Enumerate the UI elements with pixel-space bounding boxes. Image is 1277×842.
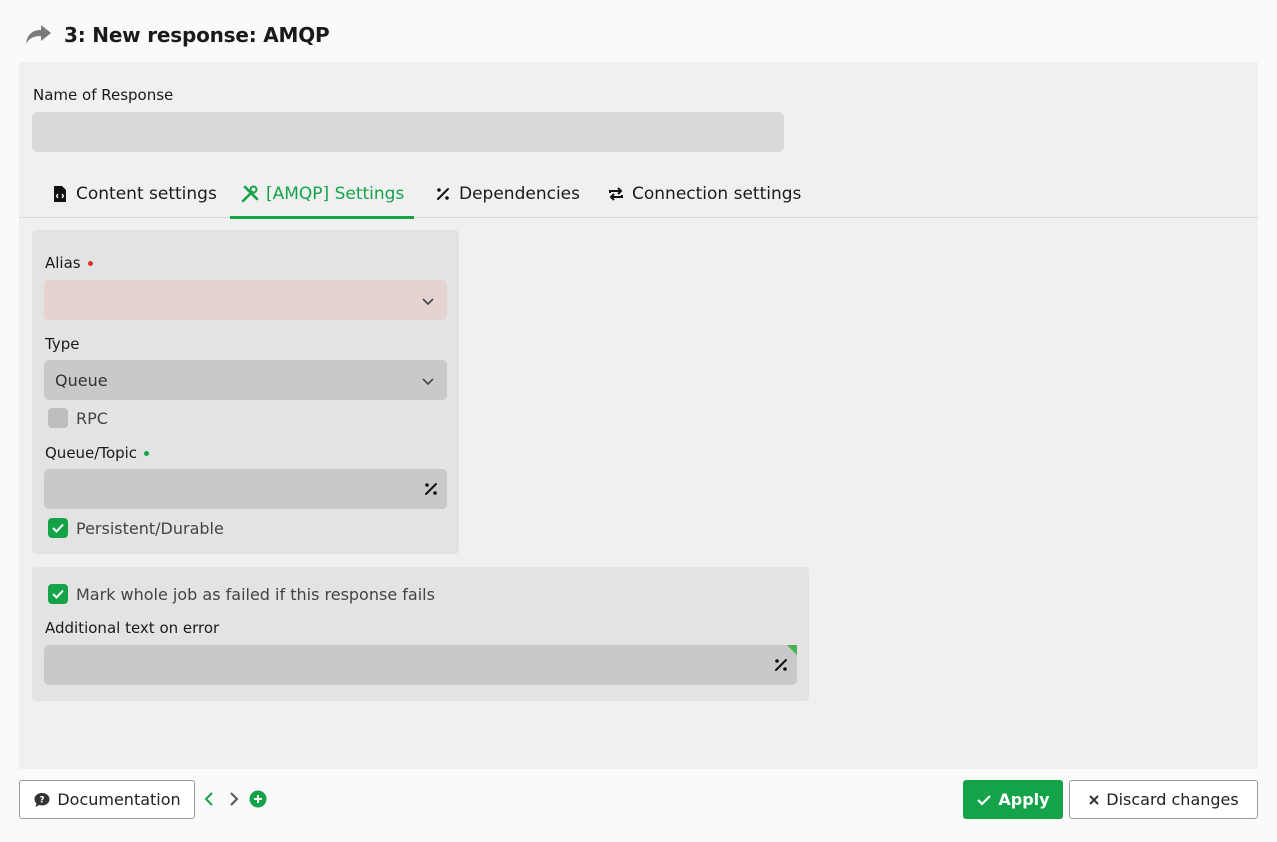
queue-topic-input[interactable] [44, 469, 447, 509]
chevron-right-icon[interactable] [223, 788, 245, 810]
tab-content-settings[interactable]: Content settings [50, 170, 217, 218]
filled-indicator [144, 450, 150, 456]
type-value: Queue [55, 370, 108, 390]
alias-label: Alias [45, 254, 93, 272]
page-header: 3: New response: AMQP [24, 20, 330, 50]
percent-icon[interactable] [773, 657, 789, 677]
svg-text:?: ? [40, 795, 45, 805]
documentation-button[interactable]: ? Documentation [19, 780, 195, 819]
chevron-down-icon [421, 373, 435, 392]
discard-changes-button[interactable]: Discard changes [1069, 780, 1258, 819]
mark-failed-label: Mark whole job as failed if this respons… [76, 584, 435, 604]
apply-label: Apply [998, 790, 1050, 809]
persistent-durable-label: Persistent/Durable [76, 518, 224, 538]
rpc-checkbox[interactable]: RPC [48, 408, 108, 428]
tab-label: [AMQP] Settings [266, 184, 405, 204]
type-select[interactable]: Queue [44, 360, 447, 400]
percent-icon[interactable] [423, 481, 439, 501]
discard-changes-label: Discard changes [1106, 790, 1239, 809]
settings-tabs: Content settings [AMQP] Settings Depende… [19, 170, 1258, 219]
tab-label: Connection settings [632, 184, 802, 204]
additional-text-input[interactable] [44, 645, 797, 685]
sync-icon [606, 184, 626, 204]
tab-label: Content settings [76, 184, 217, 204]
additional-text-label: Additional text on error [45, 619, 220, 637]
tools-icon [240, 184, 260, 204]
queue-topic-label-text: Queue/Topic [45, 444, 138, 462]
required-indicator [87, 260, 93, 266]
checkbox-unchecked-icon [48, 408, 68, 428]
apply-button[interactable]: Apply [963, 780, 1063, 819]
add-circle-icon[interactable] [247, 788, 269, 810]
tab-dependencies[interactable]: Dependencies [433, 170, 580, 218]
close-icon [1088, 794, 1100, 806]
documentation-label: Documentation [57, 790, 181, 809]
share-arrow-icon [24, 23, 52, 47]
file-code-icon [50, 184, 70, 204]
name-of-response-input[interactable] [32, 112, 784, 152]
queue-topic-label: Queue/Topic [45, 444, 150, 462]
alias-label-text: Alias [45, 254, 81, 272]
checkmark-icon [48, 518, 68, 538]
rpc-label: RPC [76, 408, 108, 428]
mark-failed-checkbox[interactable]: Mark whole job as failed if this respons… [48, 584, 435, 604]
chevron-down-icon [421, 293, 435, 312]
alias-select[interactable] [44, 280, 447, 320]
percent-icon [433, 184, 453, 204]
comment-question-icon: ? [33, 791, 51, 809]
checkmark-icon [976, 793, 992, 807]
persistent-durable-checkbox[interactable]: Persistent/Durable [48, 518, 224, 538]
chevron-left-icon[interactable] [198, 788, 220, 810]
tab-amqp-settings[interactable]: [AMQP] Settings [229, 170, 415, 219]
tab-label: Dependencies [459, 184, 580, 204]
name-of-response-label: Name of Response [33, 86, 174, 104]
checkmark-icon [48, 584, 68, 604]
resize-corner-icon [787, 645, 797, 655]
tab-connection-settings[interactable]: Connection settings [606, 170, 801, 218]
page-title: 3: New response: AMQP [64, 23, 330, 47]
type-label: Type [45, 335, 80, 353]
